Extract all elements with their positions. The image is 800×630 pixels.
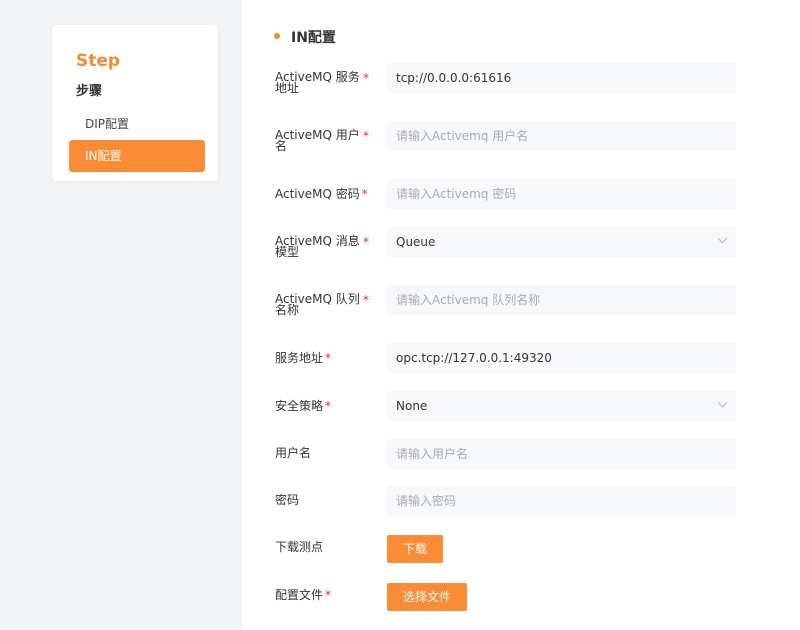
chevron-down-icon: [717, 397, 728, 408]
required-mark: *: [363, 71, 369, 85]
field-label: 服务地址 *: [275, 351, 332, 365]
username-input[interactable]: 请输入用户名: [387, 439, 736, 469]
download-button[interactable]: 下载: [387, 535, 443, 563]
step-item-in-config[interactable]: IN配置: [69, 140, 205, 172]
left-pane: Step 步骤 DIP配置 IN配置: [0, 0, 242, 630]
section-title: IN配置: [274, 27, 336, 47]
activemq-password-input[interactable]: 请输入Activemq 密码: [387, 179, 736, 209]
step-subtitle: 步骤: [76, 84, 103, 99]
chevron-down-icon: [717, 233, 728, 244]
queue-name-input[interactable]: 请输入Activemq 队列名称: [387, 285, 736, 315]
step-card: Step 步骤 DIP配置 IN配置: [52, 25, 218, 181]
step-title: Step: [76, 51, 121, 71]
required-mark: *: [325, 588, 332, 602]
message-model-select[interactable]: Queue: [387, 227, 736, 257]
field-label: 下载测点: [275, 540, 324, 554]
required-mark: *: [361, 187, 368, 201]
service-address-input[interactable]: opc.tcp://127.0.0.1:49320: [387, 343, 736, 373]
security-policy-select[interactable]: None: [387, 391, 736, 421]
required-mark: *: [363, 293, 369, 307]
required-mark: *: [363, 129, 369, 143]
password-input[interactable]: 请输入密码: [387, 486, 736, 516]
select-value: Queue: [396, 235, 436, 249]
activemq-address-input[interactable]: tcp://0.0.0.0:61616: [387, 63, 736, 93]
field-label: 安全策略 *: [275, 399, 332, 413]
field-label: ActiveMQ 用户 名: [275, 128, 360, 153]
field-label: ActiveMQ 密码 *: [275, 187, 368, 201]
field-label: ActiveMQ 消息 模型: [275, 234, 360, 259]
field-label: ActiveMQ 队列 名称: [275, 292, 360, 317]
required-mark: *: [325, 399, 332, 413]
field-label: 配置文件 *: [275, 588, 332, 602]
main-pane: IN配置 ActiveMQ 服务 地址 * tcp://0.0.0.0:6161…: [242, 0, 800, 630]
section-title-text: IN配置: [291, 30, 336, 46]
bullet-dot-icon: [274, 33, 280, 39]
select-value: None: [396, 399, 428, 413]
field-label: 用户名: [275, 446, 312, 460]
step-item-dip-config[interactable]: DIP配置: [69, 108, 205, 140]
required-mark: *: [363, 235, 369, 249]
activemq-username-input[interactable]: 请输入Activemq 用户名: [387, 121, 736, 151]
required-mark: *: [325, 351, 332, 365]
choose-file-button[interactable]: 选择文件: [387, 583, 467, 611]
field-label: 密码: [275, 493, 300, 507]
field-label: ActiveMQ 服务 地址: [275, 70, 360, 95]
